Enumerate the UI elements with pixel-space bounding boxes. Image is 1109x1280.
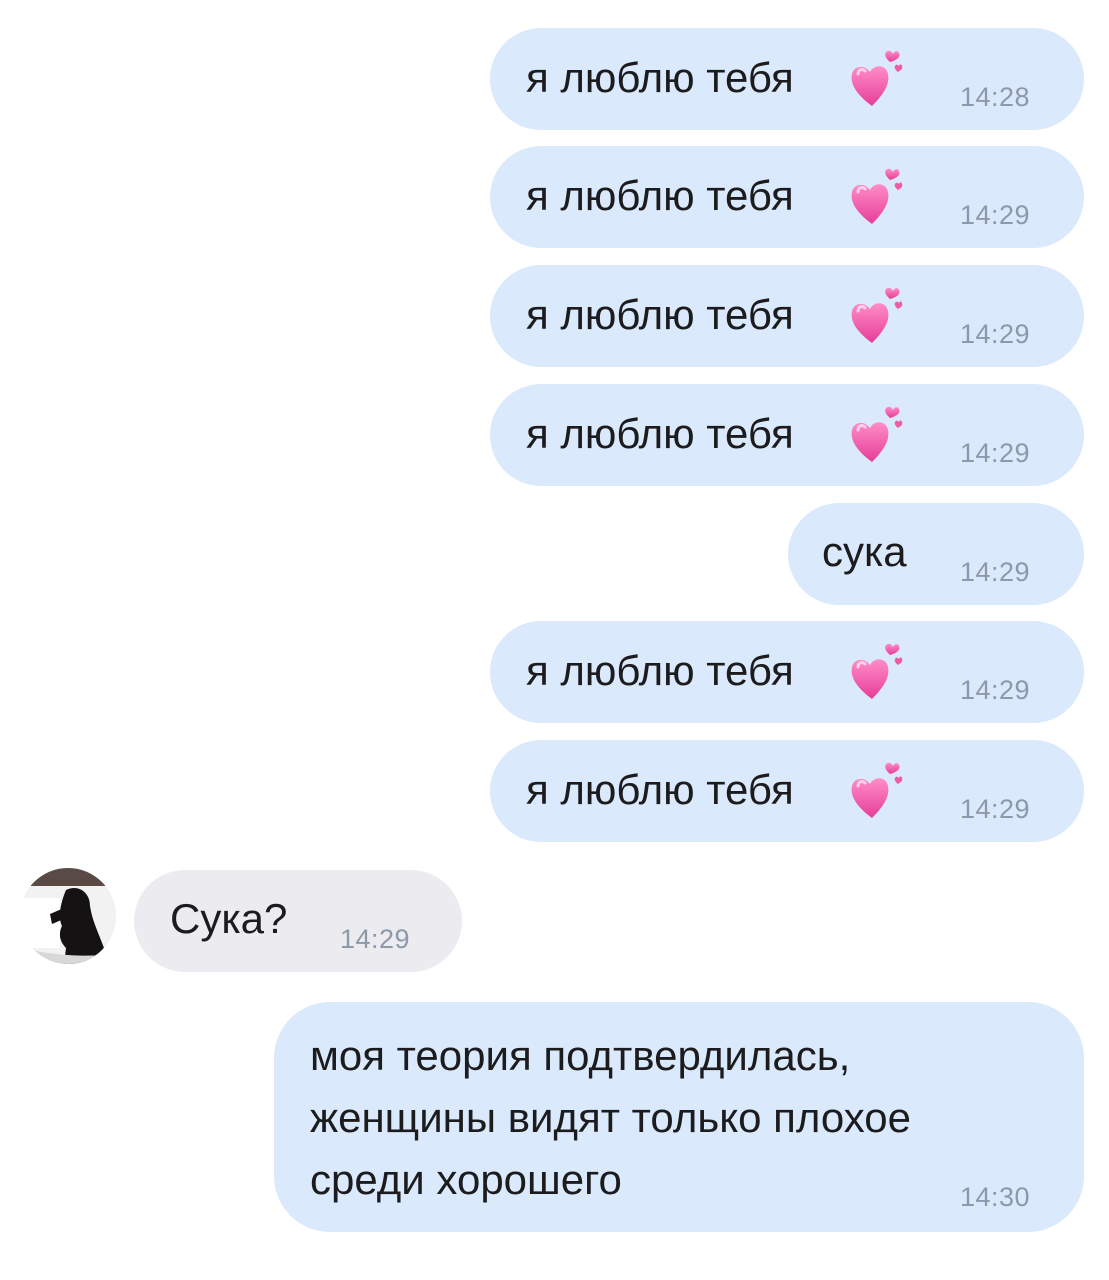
contact-avatar[interactable] [20,868,116,964]
message-text-line-1: моя теория подтвердилась, [310,1032,851,1079]
message-text-line-2: женщины видят только плохое [310,1094,911,1141]
message-time: 14:29 [960,200,1031,230]
message-text: Сука? [170,895,288,942]
message-text: я люблю тебя [526,54,794,101]
message-text: я люблю тебя [526,291,794,338]
message-bubble-outgoing[interactable]: я люблю тебя 14:29 [490,265,1084,367]
message-time: 14:29 [960,557,1031,587]
growing-heart-icon [848,762,908,822]
growing-heart-icon [848,287,908,347]
message-time: 14:28 [960,82,1031,112]
message-time: 14:29 [960,438,1031,468]
growing-heart-icon [848,643,908,703]
message-bubble-outgoing[interactable]: я люблю тебя 14:29 [490,146,1084,248]
growing-heart-icon [848,168,908,228]
message-text: я люблю тебя [526,410,794,457]
message-text: сука [822,528,907,575]
message-time: 14:30 [960,1182,1031,1212]
message-bubble-incoming[interactable]: Сука? 14:29 [134,870,462,972]
growing-heart-icon [848,406,908,466]
message-bubble-outgoing[interactable]: сука 14:29 [788,503,1084,605]
message-time: 14:29 [340,924,411,954]
message-text: я люблю тебя [526,647,794,694]
message-bubble-outgoing[interactable]: моя теория подтвердилась, женщины видят … [274,1002,1084,1232]
message-bubble-outgoing[interactable]: я люблю тебя 14:29 [490,384,1084,486]
message-text: я люблю тебя [526,172,794,219]
message-time: 14:29 [960,319,1031,349]
message-bubble-outgoing[interactable]: я люблю тебя 14:29 [490,740,1084,842]
message-bubble-outgoing[interactable]: я люблю тебя 14:29 [490,621,1084,723]
message-time: 14:29 [960,794,1031,824]
message-time: 14:29 [960,675,1031,705]
message-bubble-outgoing[interactable]: я люблю тебя 14:28 [490,28,1084,130]
message-text: я люблю тебя [526,766,794,813]
message-text-line-3: среди хорошего [310,1156,622,1203]
growing-heart-icon [848,50,908,110]
avatar-silhouette-icon [20,868,116,964]
